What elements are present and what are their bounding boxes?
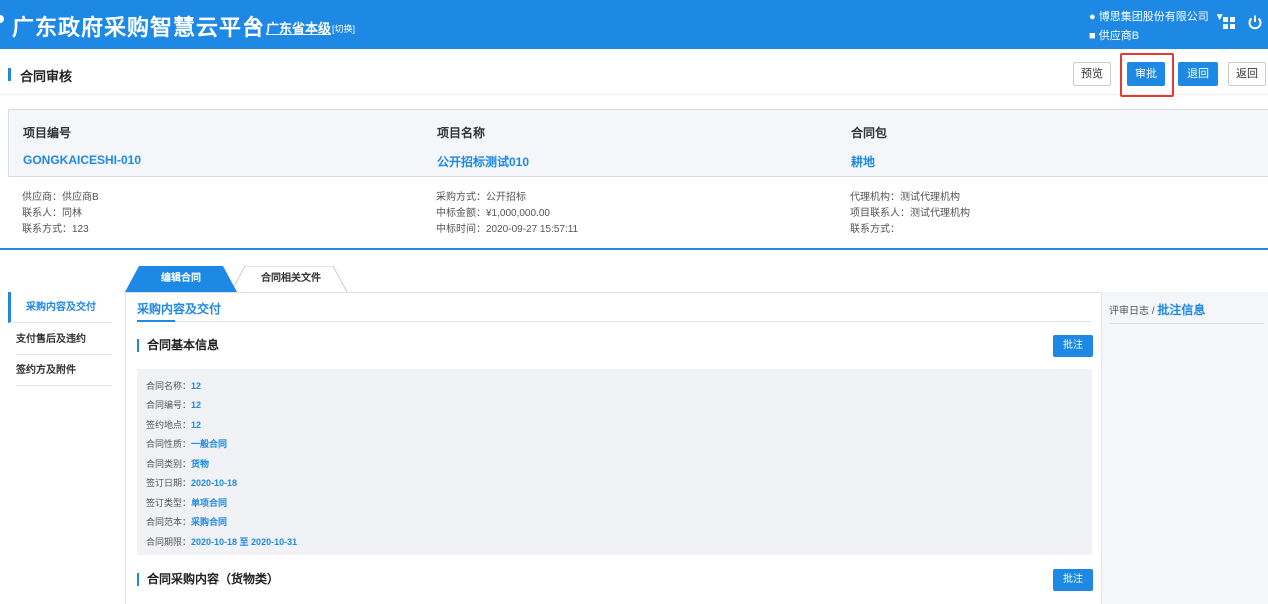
info-value: 一般合同	[191, 439, 228, 449]
info-row: 合同范本：采购合同	[146, 515, 227, 528]
info-row: 合同名称：12	[146, 379, 201, 392]
info-value: 采购合同	[191, 517, 228, 527]
nav-item-signatories-attachments[interactable]: 签约方及附件	[16, 355, 112, 386]
info-label: 合同范本：	[146, 517, 192, 527]
supplier-text: 供应商：供应商B	[22, 192, 99, 203]
bid-time-text: 中标时间：2020-09-27 15:57:11	[436, 224, 579, 235]
info-label: 合同性质：	[146, 439, 192, 449]
app-title: 广东政府采购智慧云平台	[12, 15, 266, 40]
info-label: 合同类别：	[146, 459, 192, 469]
info-label: 合同名称：	[146, 381, 192, 391]
project-name-label: 项目名称	[437, 126, 486, 140]
info-label: 签订日期：	[146, 478, 192, 488]
info-row: 签约地点：12	[146, 418, 201, 431]
left-nav: 采购内容及交付 支付售后及违约 签约方及附件	[0, 292, 126, 604]
info-value: 12	[191, 400, 202, 410]
contract-package-label: 合同包	[851, 126, 888, 140]
info-value: 2020-10-18	[191, 478, 238, 488]
project-code-value: GONGKAICESHI-010	[23, 153, 142, 167]
info-row: 签订日期：2020-10-18	[146, 476, 237, 489]
return-back-button[interactable]: 退回	[1178, 62, 1218, 86]
agency-details: 代理机构：测试代理机构 项目联系人：测试代理机构 联系方式：	[850, 190, 970, 238]
section-divider	[0, 248, 1268, 250]
project-contact-text: 项目联系人：测试代理机构	[850, 208, 970, 219]
page-title: 合同审核	[20, 69, 73, 84]
agency-text: 代理机构：测试代理机构	[850, 192, 960, 203]
home-icon: ■	[1089, 30, 1096, 42]
section-title: 采购内容及交付	[137, 302, 222, 316]
info-value: 货物	[191, 459, 210, 469]
info-row: 合同性质：一般合同	[146, 437, 227, 450]
info-row: 合同类别：货物	[146, 457, 209, 470]
top-bar: 广东政府采购智慧云平台 广东省本级 [切换] ● 博思集团股份有限公司 ▼ ■ 供…	[0, 0, 1268, 49]
info-row: 签订类型：单项合同	[146, 496, 227, 509]
contact-text: 联系人：同林	[22, 208, 82, 219]
tab-label: 编辑合同	[161, 273, 201, 284]
section-title-line	[137, 321, 1091, 322]
tab-contract-files[interactable]: 合同相关文件	[231, 266, 351, 292]
apps-grid-icon[interactable]	[1222, 16, 1236, 30]
org-name: 博思集团股份有限公司	[1098, 11, 1209, 23]
review-side-panel: 评审日志 / 批注信息	[1101, 292, 1268, 604]
contact-phone-text: 联系方式：123	[22, 224, 89, 235]
supplier-details: 供应商：供应商B 联系人：同林 联系方式：123	[22, 190, 99, 238]
annotate-basic-info-button[interactable]: 批注	[1053, 335, 1093, 357]
approve-button[interactable]: 审批	[1127, 62, 1165, 86]
info-value: 2020-10-18 至 2020-10-31	[191, 537, 298, 547]
annotate-purchase-button[interactable]: 批注	[1053, 569, 1093, 591]
review-log-link[interactable]: 评审日志 /	[1109, 306, 1155, 317]
tab-edit-contract[interactable]: 编辑合同	[125, 266, 237, 292]
nav-item-payment-aftersales[interactable]: 支付售后及违约	[16, 324, 112, 355]
info-label: 签约地点：	[146, 420, 192, 430]
info-value: 12	[191, 381, 202, 391]
purchase-method-text: 采购方式：公开招标	[436, 192, 526, 203]
basic-info-heading: 合同基本信息	[137, 339, 219, 352]
info-value: 12	[191, 420, 202, 430]
agency-phone-text: 联系方式：	[850, 224, 900, 235]
purchase-details: 采购方式：公开招标 中标金额：¥1,000,000.00 中标时间：2020-0…	[436, 190, 578, 238]
info-value: 单项合同	[191, 498, 228, 508]
tab-baseline	[125, 292, 1268, 293]
annotation-info-link[interactable]: 批注信息	[1157, 303, 1205, 317]
org-dropdown[interactable]: ● 博思集团股份有限公司 ▼	[1089, 8, 1225, 24]
nav-item-purchase-delivery[interactable]: 采购内容及交付	[8, 292, 112, 323]
project-name-value: 公开招标测试010	[437, 155, 530, 169]
title-accent-bar	[8, 68, 11, 81]
page-header: 合同审核 预览 审批 退回 返回	[0, 49, 1268, 95]
purchase-content-heading: 合同采购内容（货物类）	[137, 573, 279, 586]
user-icon: ●	[1089, 11, 1096, 23]
contract-package-block: 合同包 耕地	[851, 124, 887, 170]
project-summary-box: 项目编号 GONGKAICESHI-010 项目名称 公开招标测试010 合同包…	[8, 109, 1268, 177]
power-icon[interactable]	[1247, 14, 1263, 30]
info-row: 合同期限：2020-10-18 至 2020-10-31	[146, 535, 297, 548]
user-role: ■ 供应商B	[1089, 27, 1139, 43]
region-switch-link[interactable]: [切换]	[332, 22, 355, 35]
side-panel-header: 评审日志 / 批注信息	[1109, 301, 1205, 318]
bid-amount-text: 中标金额：¥1,000,000.00	[436, 208, 550, 219]
project-name-block: 项目名称 公开招标测试010	[437, 124, 529, 170]
info-row: 合同编号：12	[146, 398, 201, 411]
basic-info-panel: 合同名称：12 合同编号：12 签约地点：12 合同性质：一般合同 合同类别：货…	[137, 369, 1092, 555]
region-link[interactable]: 广东省本级	[266, 18, 331, 37]
go-back-button[interactable]: 返回	[1228, 62, 1266, 86]
location-icon	[250, 18, 260, 30]
info-label: 合同编号：	[146, 400, 192, 410]
section-title-underline	[137, 320, 175, 322]
info-label: 签订类型：	[146, 498, 192, 508]
location-pin-icon	[0, 15, 4, 23]
contract-package-value: 耕地	[851, 155, 876, 169]
project-code-label: 项目编号	[23, 126, 72, 140]
project-code-block: 项目编号 GONGKAICESHI-010	[23, 124, 141, 167]
role-label: 供应商B	[1098, 30, 1140, 42]
tab-label: 合同相关文件	[261, 273, 321, 284]
preview-button[interactable]: 预览	[1073, 62, 1111, 86]
info-label: 合同期限：	[146, 537, 192, 547]
side-panel-divider	[1109, 323, 1264, 324]
